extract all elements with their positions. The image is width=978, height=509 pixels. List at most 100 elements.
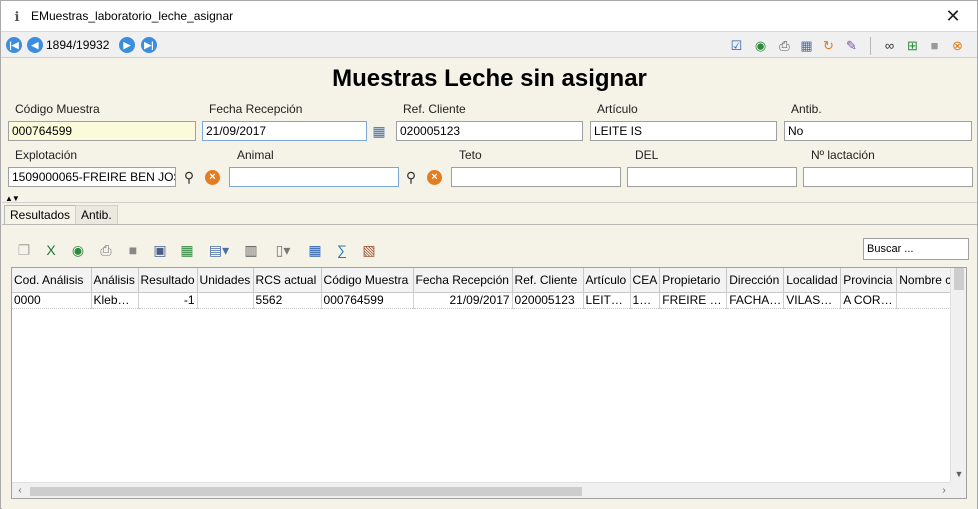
codigo-muestra-field[interactable]: 000764599 xyxy=(8,121,196,141)
column-header[interactable]: Cod. Análisis xyxy=(12,268,92,293)
excel-icon[interactable]: X xyxy=(42,241,60,259)
formula-icon[interactable]: ∑ xyxy=(333,241,351,259)
first-record-button[interactable]: |◀ xyxy=(6,37,22,53)
table-cell[interactable]: FACHA… xyxy=(726,292,785,309)
close-button[interactable]: ✕ xyxy=(939,5,967,27)
scroll-down-icon[interactable]: ▼ xyxy=(951,466,966,482)
table-cell[interactable]: 5562 xyxy=(253,292,322,309)
form-icon: ℹ xyxy=(14,9,20,24)
codigo-muestra-label: Código Muestra xyxy=(15,102,100,116)
table-cell[interactable] xyxy=(896,292,955,309)
table-cell[interactable]: 0000 xyxy=(12,292,92,309)
column-header[interactable]: Provincia xyxy=(840,268,898,293)
table-cell[interactable]: 21/09/2017 xyxy=(413,292,513,309)
search-animal-icon[interactable]: ⚲ xyxy=(403,169,419,185)
column-header[interactable]: Localidad xyxy=(783,268,842,293)
page-icon[interactable]: ▯▾ xyxy=(269,241,297,259)
table-cell[interactable]: 1… xyxy=(630,292,661,309)
last-record-button[interactable]: ▶| xyxy=(141,37,157,53)
explotacion-field[interactable]: 1509000065-FREIRE BEN JOS xyxy=(8,167,176,187)
table-cell[interactable]: -1 xyxy=(138,292,198,309)
fecha-recepcion-label: Fecha Recepción xyxy=(209,102,303,116)
column-header[interactable]: Dirección xyxy=(726,268,785,293)
column-header[interactable]: Ref. Cliente xyxy=(512,268,584,293)
antib-field[interactable]: No xyxy=(784,121,972,141)
gray-block-icon[interactable]: ■ xyxy=(926,37,943,54)
next-record-button[interactable]: ▶ xyxy=(119,37,135,53)
table-row[interactable]: 0000 Kleb… -1 5562 000764599 21/09/2017 … xyxy=(12,292,955,309)
teto-label: Teto xyxy=(459,148,482,162)
column-header[interactable]: Artículo xyxy=(583,268,631,293)
print-icon[interactable]: ⎙ xyxy=(97,241,115,259)
vertical-scroll-thumb[interactable] xyxy=(954,268,964,290)
print-icon[interactable]: ⎙ xyxy=(776,37,793,54)
table-cell[interactable]: A COR… xyxy=(840,292,898,309)
column-header[interactable]: CEA xyxy=(630,268,661,293)
search-icon[interactable]: ⚲ xyxy=(181,169,197,185)
scroll-left-icon[interactable]: ‹ xyxy=(12,483,28,498)
column-header[interactable]: Propietario xyxy=(659,268,728,293)
globe-icon[interactable]: ◉ xyxy=(752,37,769,54)
grid-select-icon[interactable]: ▦ xyxy=(798,37,815,54)
globe-icon[interactable]: ◉ xyxy=(69,241,87,259)
fecha-recepcion-field[interactable]: 21/09/2017 xyxy=(202,121,367,141)
checklist-icon[interactable]: ☑ xyxy=(728,37,745,54)
del-field[interactable] xyxy=(627,167,797,187)
export-grid-icon[interactable]: ▦ xyxy=(178,241,196,259)
column-header[interactable]: Fecha Recepción xyxy=(413,268,513,293)
lactacion-field[interactable] xyxy=(803,167,973,187)
table-cell[interactable]: LEIT… xyxy=(583,292,631,309)
results-grid: Cod. Análisis Análisis Resultado Unidade… xyxy=(11,267,967,499)
table-cell[interactable]: Kleb… xyxy=(91,292,139,309)
chart-icon[interactable]: ▤▾ xyxy=(205,241,233,259)
table-cell[interactable]: VILAS… xyxy=(783,292,842,309)
column-header[interactable]: Unidades xyxy=(197,268,254,293)
horizontal-scrollbar[interactable]: ‹ › xyxy=(12,482,952,498)
copy-icon[interactable]: ❐ xyxy=(15,241,33,259)
previous-record-button[interactable]: ◀ xyxy=(27,37,43,53)
report-icon[interactable]: ▧ xyxy=(360,241,378,259)
tab-resultados[interactable]: Resultados xyxy=(4,205,77,226)
tab-antib[interactable]: Antib. xyxy=(75,205,118,226)
refresh-icon[interactable]: ↻ xyxy=(820,37,837,54)
tab-strip: Resultados Antib. xyxy=(2,202,977,226)
column-header[interactable]: RCS actual xyxy=(253,268,322,293)
lactacion-label: Nº lactación xyxy=(811,148,875,162)
clear-explotacion-icon[interactable]: × xyxy=(205,170,220,185)
record-counter: 1894/19932 xyxy=(46,38,110,52)
column-header[interactable]: Análisis xyxy=(91,268,139,293)
add-record-icon[interactable]: ⊞ xyxy=(904,37,921,54)
calendar-icon[interactable]: ▦ xyxy=(371,123,387,139)
resultados-panel: ❐ X ◉ ⎙ ■ ▣ ▦ ▤▾ ▥ ▯▾ ▦ ∑ ▧ Buscar ... C xyxy=(2,224,977,509)
save-icon[interactable]: ▣ xyxy=(151,241,169,259)
articulo-label: Artículo xyxy=(597,102,638,116)
columns-icon[interactable]: ▥ xyxy=(242,241,260,259)
calculator-icon[interactable]: ▦ xyxy=(306,241,324,259)
vertical-scrollbar[interactable]: ▼ xyxy=(950,268,966,482)
app-window: ℹ EMuestras_laboratorio_leche_asignar ✕ … xyxy=(0,0,978,509)
column-header[interactable]: Nombre c xyxy=(896,268,955,293)
table-cell[interactable]: 000764599 xyxy=(321,292,414,309)
table-cell[interactable]: FREIRE … xyxy=(659,292,728,309)
clear-animal-icon[interactable]: × xyxy=(427,170,442,185)
table-cell[interactable] xyxy=(197,292,254,309)
toolbar-separator xyxy=(870,37,871,55)
brush-icon[interactable]: ✎ xyxy=(843,37,860,54)
title-bar: ℹ EMuestras_laboratorio_leche_asignar ✕ xyxy=(1,1,977,32)
explotacion-label: Explotación xyxy=(15,148,78,162)
column-header[interactable]: Resultado xyxy=(138,268,198,293)
ref-cliente-field[interactable]: 020005123 xyxy=(396,121,583,141)
window-title: EMuestras_laboratorio_leche_asignar xyxy=(31,9,234,23)
column-header[interactable]: Código Muestra xyxy=(321,268,414,293)
animal-field[interactable] xyxy=(229,167,399,187)
delete-record-icon[interactable]: ⊗ xyxy=(949,37,966,54)
articulo-field[interactable]: LEITE IS xyxy=(590,121,777,141)
page-title: Muestras Leche sin asignar xyxy=(332,65,647,92)
grid-search-input[interactable]: Buscar ... xyxy=(863,238,969,260)
header-row: Cod. Análisis Análisis Resultado Unidade… xyxy=(12,268,955,293)
stamp-icon[interactable]: ■ xyxy=(124,241,142,259)
teto-field[interactable] xyxy=(451,167,621,187)
table-cell[interactable]: 020005123 xyxy=(512,292,584,309)
horizontal-scroll-thumb[interactable] xyxy=(30,487,582,496)
binoculars-icon[interactable]: ∞ xyxy=(881,37,898,54)
